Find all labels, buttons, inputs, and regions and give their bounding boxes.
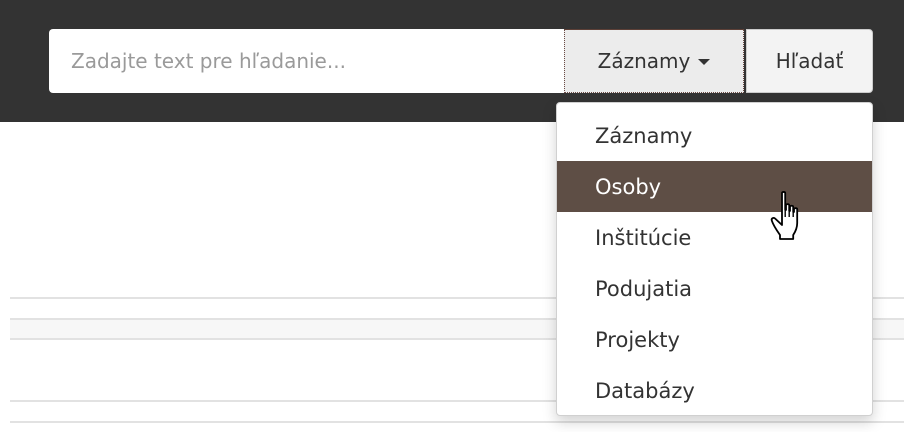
- menu-item-osoby[interactable]: Osoby: [557, 161, 872, 212]
- divider: [10, 421, 904, 423]
- hand-pointer-icon: [770, 191, 799, 240]
- category-dropdown-label: Záznamy: [597, 49, 691, 73]
- category-dropdown-button[interactable]: Záznamy: [564, 29, 744, 93]
- menu-item-podujatia[interactable]: Podujatia: [557, 263, 872, 314]
- search-group: Záznamy Hľadať: [49, 29, 873, 93]
- search-button-label: Hľadať: [775, 49, 844, 73]
- menu-item-label: Podujatia: [595, 276, 693, 301]
- category-dropdown-menu: Záznamy Osoby Inštitúcie Podujatia Proje…: [556, 102, 873, 416]
- menu-item-label: Záznamy: [595, 123, 693, 148]
- menu-item-label: Databázy: [595, 378, 695, 403]
- menu-item-institucie[interactable]: Inštitúcie: [557, 212, 872, 263]
- menu-item-label: Projekty: [595, 327, 680, 352]
- menu-item-label: Osoby: [595, 174, 662, 199]
- search-input[interactable]: [49, 29, 564, 93]
- menu-item-zaznamy[interactable]: Záznamy: [557, 110, 872, 161]
- menu-item-databazy[interactable]: Databázy: [557, 365, 872, 416]
- menu-item-label: Inštitúcie: [595, 225, 692, 250]
- search-button[interactable]: Hľadať: [746, 29, 873, 93]
- page: Záznamy Hľadať Záznamy Osoby Inštitúcie …: [0, 0, 904, 432]
- caret-down-icon: [698, 59, 711, 65]
- menu-item-projekty[interactable]: Projekty: [557, 314, 872, 365]
